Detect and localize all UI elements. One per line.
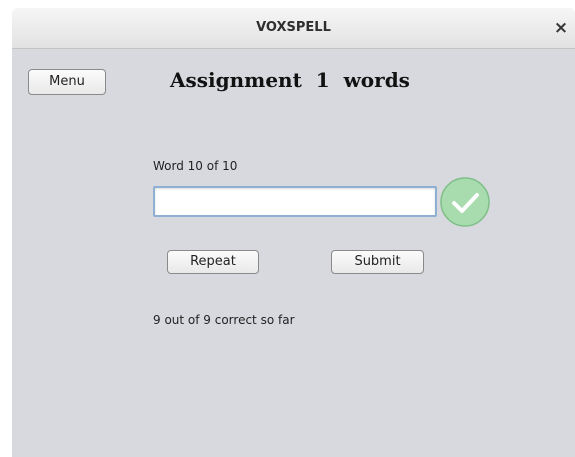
- score-text: 9 out of 9 correct so far: [153, 313, 295, 327]
- close-icon[interactable]: ×: [551, 18, 571, 38]
- submit-button[interactable]: Submit: [331, 250, 424, 274]
- word-counter: Word 10 of 10: [153, 159, 238, 173]
- answer-input[interactable]: [153, 186, 437, 217]
- menu-button[interactable]: Menu: [28, 69, 106, 95]
- checkmark-icon: [439, 176, 491, 228]
- page-title: Assignment 1 words: [170, 68, 410, 92]
- title-bar[interactable]: VOXSPELL ×: [12, 8, 575, 49]
- app-window: VOXSPELL × Menu Assignment 1 words Word …: [12, 8, 575, 457]
- window-title: VOXSPELL: [256, 20, 331, 35]
- repeat-button[interactable]: Repeat: [167, 250, 259, 274]
